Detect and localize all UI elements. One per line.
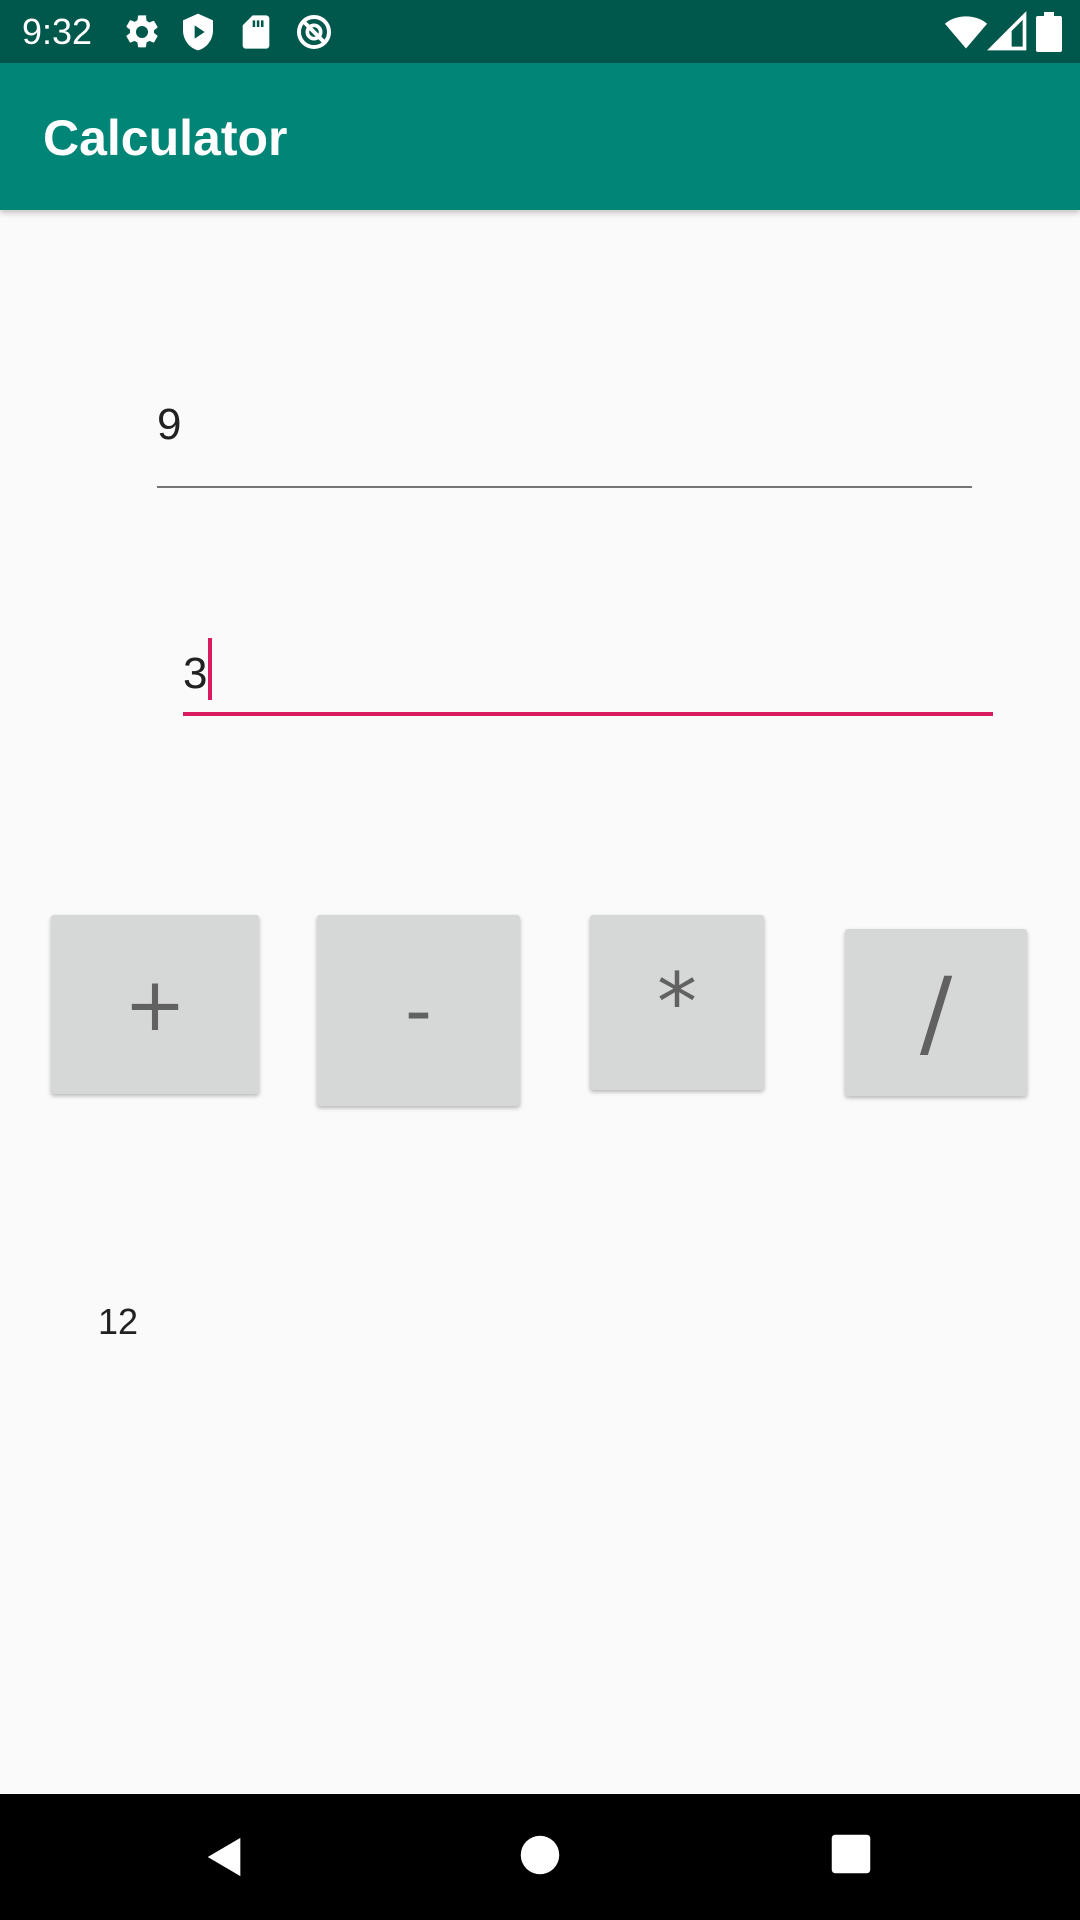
multiply-button[interactable]: * — [590, 915, 764, 1090]
play-protect-icon — [178, 12, 218, 52]
do-not-disturb-icon — [294, 12, 334, 52]
divide-button-label: / — [919, 956, 953, 1069]
divide-button[interactable]: / — [845, 929, 1027, 1096]
app-bar: Calculator — [0, 63, 1080, 210]
first-number-underline — [157, 486, 972, 488]
second-number-underline — [183, 712, 993, 716]
second-number-value: 3 — [183, 649, 208, 698]
text-cursor — [208, 638, 213, 700]
second-number-input[interactable]: 3 — [183, 620, 993, 716]
wifi-icon — [944, 10, 988, 54]
second-number-text: 3 — [183, 638, 213, 701]
subtract-button[interactable]: - — [317, 915, 520, 1106]
navigation-bar — [0, 1794, 1080, 1920]
add-button-label: + — [123, 961, 186, 1048]
add-button[interactable]: + — [51, 915, 259, 1094]
home-icon[interactable] — [519, 1834, 561, 1876]
status-bar: 9:32 — [0, 0, 1080, 63]
app-title: Calculator — [43, 110, 288, 166]
subtract-button-label: - — [405, 967, 432, 1054]
settings-icon — [122, 12, 162, 52]
multiply-button-label: * — [657, 956, 697, 1049]
calculator-screen: 9:32 Calculator 9 3 + - * / 12 — [0, 0, 1080, 1920]
battery-icon — [1036, 12, 1062, 52]
recents-icon[interactable] — [830, 1833, 872, 1875]
back-icon[interactable] — [202, 1834, 248, 1880]
result-text: 12 — [98, 1301, 139, 1342]
first-number-value: 9 — [157, 400, 182, 449]
status-time: 9:32 — [22, 11, 93, 52]
signal-icon — [986, 10, 1030, 54]
sd-card-icon — [236, 12, 276, 52]
first-number-input[interactable]: 9 — [157, 388, 972, 490]
